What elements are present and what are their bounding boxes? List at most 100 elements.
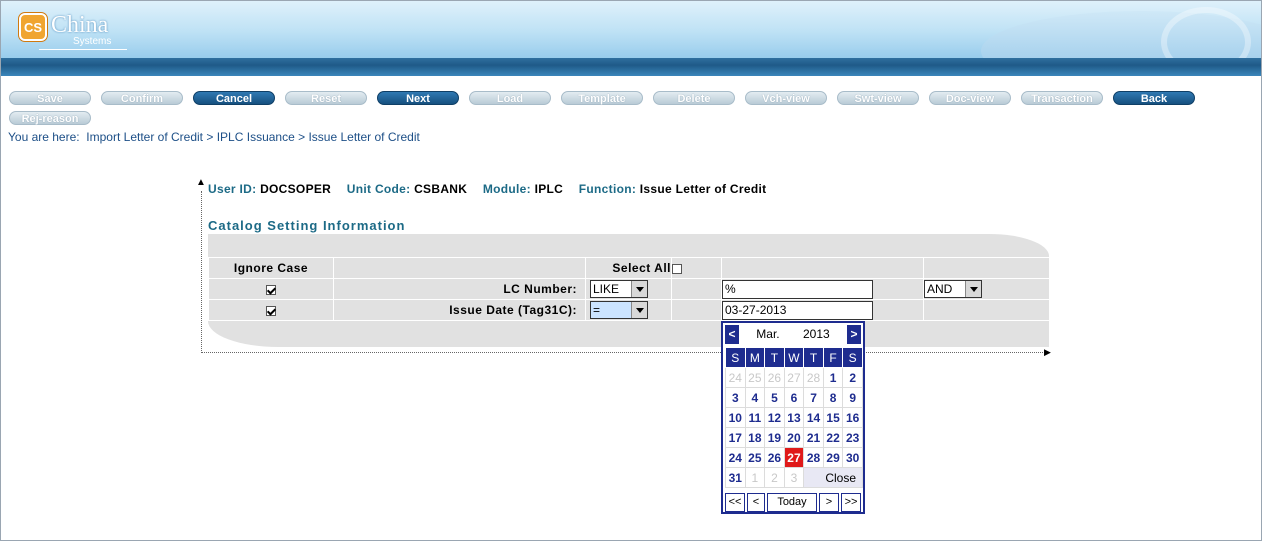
calendar-day-header: M xyxy=(744,347,766,368)
blank-cell xyxy=(671,299,722,321)
prev-month-footer-button[interactable]: < xyxy=(747,493,765,512)
vch-view-button[interactable]: Vch-view xyxy=(745,91,827,105)
lc-number-operator-select[interactable]: LIKE xyxy=(590,280,648,298)
calendar-day[interactable]: 13 xyxy=(783,407,805,428)
back-button[interactable]: Back xyxy=(1113,91,1195,105)
calendar-day[interactable]: 22 xyxy=(822,427,844,448)
next-month-button[interactable]: > xyxy=(847,325,861,344)
transaction-button[interactable]: Transaction xyxy=(1021,91,1103,105)
calendar-day-other-month[interactable]: 26 xyxy=(764,367,785,388)
calendar-day[interactable]: 11 xyxy=(744,407,766,428)
calendar-day[interactable]: 18 xyxy=(744,427,766,448)
swt-view-button[interactable]: Swt-view xyxy=(837,91,919,105)
calendar-day-other-month[interactable]: 1 xyxy=(744,467,766,488)
reset-button[interactable]: Reset xyxy=(285,91,367,105)
next-month-footer-button[interactable]: > xyxy=(819,493,839,512)
blank-cell xyxy=(671,278,722,300)
lc-number-operator-cell: LIKE xyxy=(585,278,672,300)
logo-sub: Systems xyxy=(73,36,112,47)
calendar-close-button[interactable]: Close xyxy=(803,467,863,488)
calendar-day[interactable]: 6 xyxy=(783,387,805,408)
breadcrumb-link-import-lc[interactable]: Import Letter of Credit xyxy=(86,130,203,144)
unit-code-label: Unit Code: xyxy=(346,182,411,196)
calendar-day[interactable]: 26 xyxy=(764,447,785,468)
calendar-day[interactable]: 21 xyxy=(803,427,824,448)
calendar-day[interactable]: 7 xyxy=(803,387,824,408)
header-blank-cell xyxy=(721,257,924,279)
calendar-day[interactable]: 2 xyxy=(842,367,863,388)
calendar-day[interactable]: 29 xyxy=(822,447,844,468)
calendar-day-other-month[interactable]: 24 xyxy=(725,367,746,388)
lc-number-connector-cell: AND xyxy=(923,278,1050,300)
today-button[interactable]: Today xyxy=(767,493,817,512)
issue-date-label: Issue Date (Tag31C): xyxy=(333,299,586,321)
table-row: Issue Date (Tag31C): = 03-27-2013 xyxy=(208,299,1050,321)
header-blank-cell xyxy=(333,257,586,279)
lc-number-ignore-case-checkbox[interactable] xyxy=(266,284,276,295)
lc-number-label: LC Number: xyxy=(333,278,586,300)
confirm-button[interactable]: Confirm xyxy=(101,91,183,105)
calendar-day[interactable]: 16 xyxy=(842,407,863,428)
calendar-day[interactable]: 30 xyxy=(842,447,863,468)
banner-strip xyxy=(1,58,1261,76)
rej-reason-button[interactable]: Rej-reason xyxy=(9,111,91,125)
next-button[interactable]: Next xyxy=(377,91,459,105)
calendar-week-row: 24 25 26 27 28 1 2 xyxy=(725,367,863,388)
issue-date-operator-select[interactable]: = xyxy=(590,301,648,319)
calendar-day-other-month[interactable]: 28 xyxy=(803,367,824,388)
calendar-week-row: 24 25 26 27 28 29 30 xyxy=(725,447,863,468)
calendar-month-year: Mar. 2013 xyxy=(741,325,845,344)
lc-number-input[interactable]: % xyxy=(722,279,873,299)
select-all-checkbox[interactable] xyxy=(672,263,682,274)
calendar-day[interactable]: 1 xyxy=(822,367,844,388)
calendar-day[interactable]: 9 xyxy=(842,387,863,408)
calendar-day[interactable]: 28 xyxy=(803,447,824,468)
ignore-case-header: Ignore Case xyxy=(208,257,334,279)
calendar-day-selected[interactable]: 27 xyxy=(783,447,805,468)
chevron-down-icon xyxy=(965,281,981,297)
issue-date-input[interactable]: 03-27-2013 xyxy=(722,300,873,320)
calendar-day[interactable]: 15 xyxy=(822,407,844,428)
calendar-day[interactable]: 12 xyxy=(764,407,785,428)
logo-badge: CS xyxy=(19,13,47,41)
prev-year-button[interactable]: << xyxy=(725,493,745,512)
issue-date-ignore-case-checkbox[interactable] xyxy=(266,305,276,316)
table-row: LC Number: LIKE % AND xyxy=(208,278,1050,300)
load-button[interactable]: Load xyxy=(469,91,551,105)
calendar-day[interactable]: 17 xyxy=(725,427,746,448)
delete-button[interactable]: Delete xyxy=(653,91,735,105)
calendar-day[interactable]: 25 xyxy=(744,447,766,468)
calendar-day[interactable]: 31 xyxy=(725,467,746,488)
prev-month-button[interactable]: < xyxy=(725,325,739,344)
breadcrumb-link-iplc-issuance[interactable]: IPLC Issuance xyxy=(217,130,295,144)
calendar-day-other-month[interactable]: 3 xyxy=(783,467,805,488)
blank-cell xyxy=(923,299,1050,321)
ignore-case-cell xyxy=(208,278,334,300)
calendar-day-header: F xyxy=(822,347,844,368)
cancel-button[interactable]: Cancel xyxy=(193,91,275,105)
calendar-day-other-month[interactable]: 25 xyxy=(744,367,766,388)
calendar-day-header: T xyxy=(764,347,785,368)
calendar-day-other-month[interactable]: 27 xyxy=(783,367,805,388)
unit-code-value: CSBANK xyxy=(414,182,468,196)
calendar-day[interactable]: 24 xyxy=(725,447,746,468)
select-all-box-cell xyxy=(671,257,722,279)
calendar-day[interactable]: 5 xyxy=(764,387,785,408)
frame-up-arrow-icon: ▲ xyxy=(196,177,206,188)
calendar-day[interactable]: 3 xyxy=(725,387,746,408)
template-button[interactable]: Template xyxy=(561,91,643,105)
next-year-button[interactable]: >> xyxy=(841,493,861,512)
calendar-day[interactable]: 23 xyxy=(842,427,863,448)
calendar-day[interactable]: 4 xyxy=(744,387,766,408)
calendar-grid: SMTWTFS 24 25 26 27 28 1 2 3 4 5 6 7 8 9 10 11 12 13 14 15 1… xyxy=(725,347,863,488)
lc-number-connector-select[interactable]: AND xyxy=(924,280,982,298)
doc-view-button[interactable]: Doc-view xyxy=(929,91,1011,105)
calendar-day-other-month[interactable]: 2 xyxy=(764,467,785,488)
breadcrumb-separator: > xyxy=(206,130,214,144)
calendar-day[interactable]: 10 xyxy=(725,407,746,428)
calendar-day[interactable]: 14 xyxy=(803,407,824,428)
calendar-day[interactable]: 19 xyxy=(764,427,785,448)
calendar-day[interactable]: 8 xyxy=(822,387,844,408)
calendar-day[interactable]: 20 xyxy=(783,427,805,448)
save-button[interactable]: Save xyxy=(9,91,91,105)
